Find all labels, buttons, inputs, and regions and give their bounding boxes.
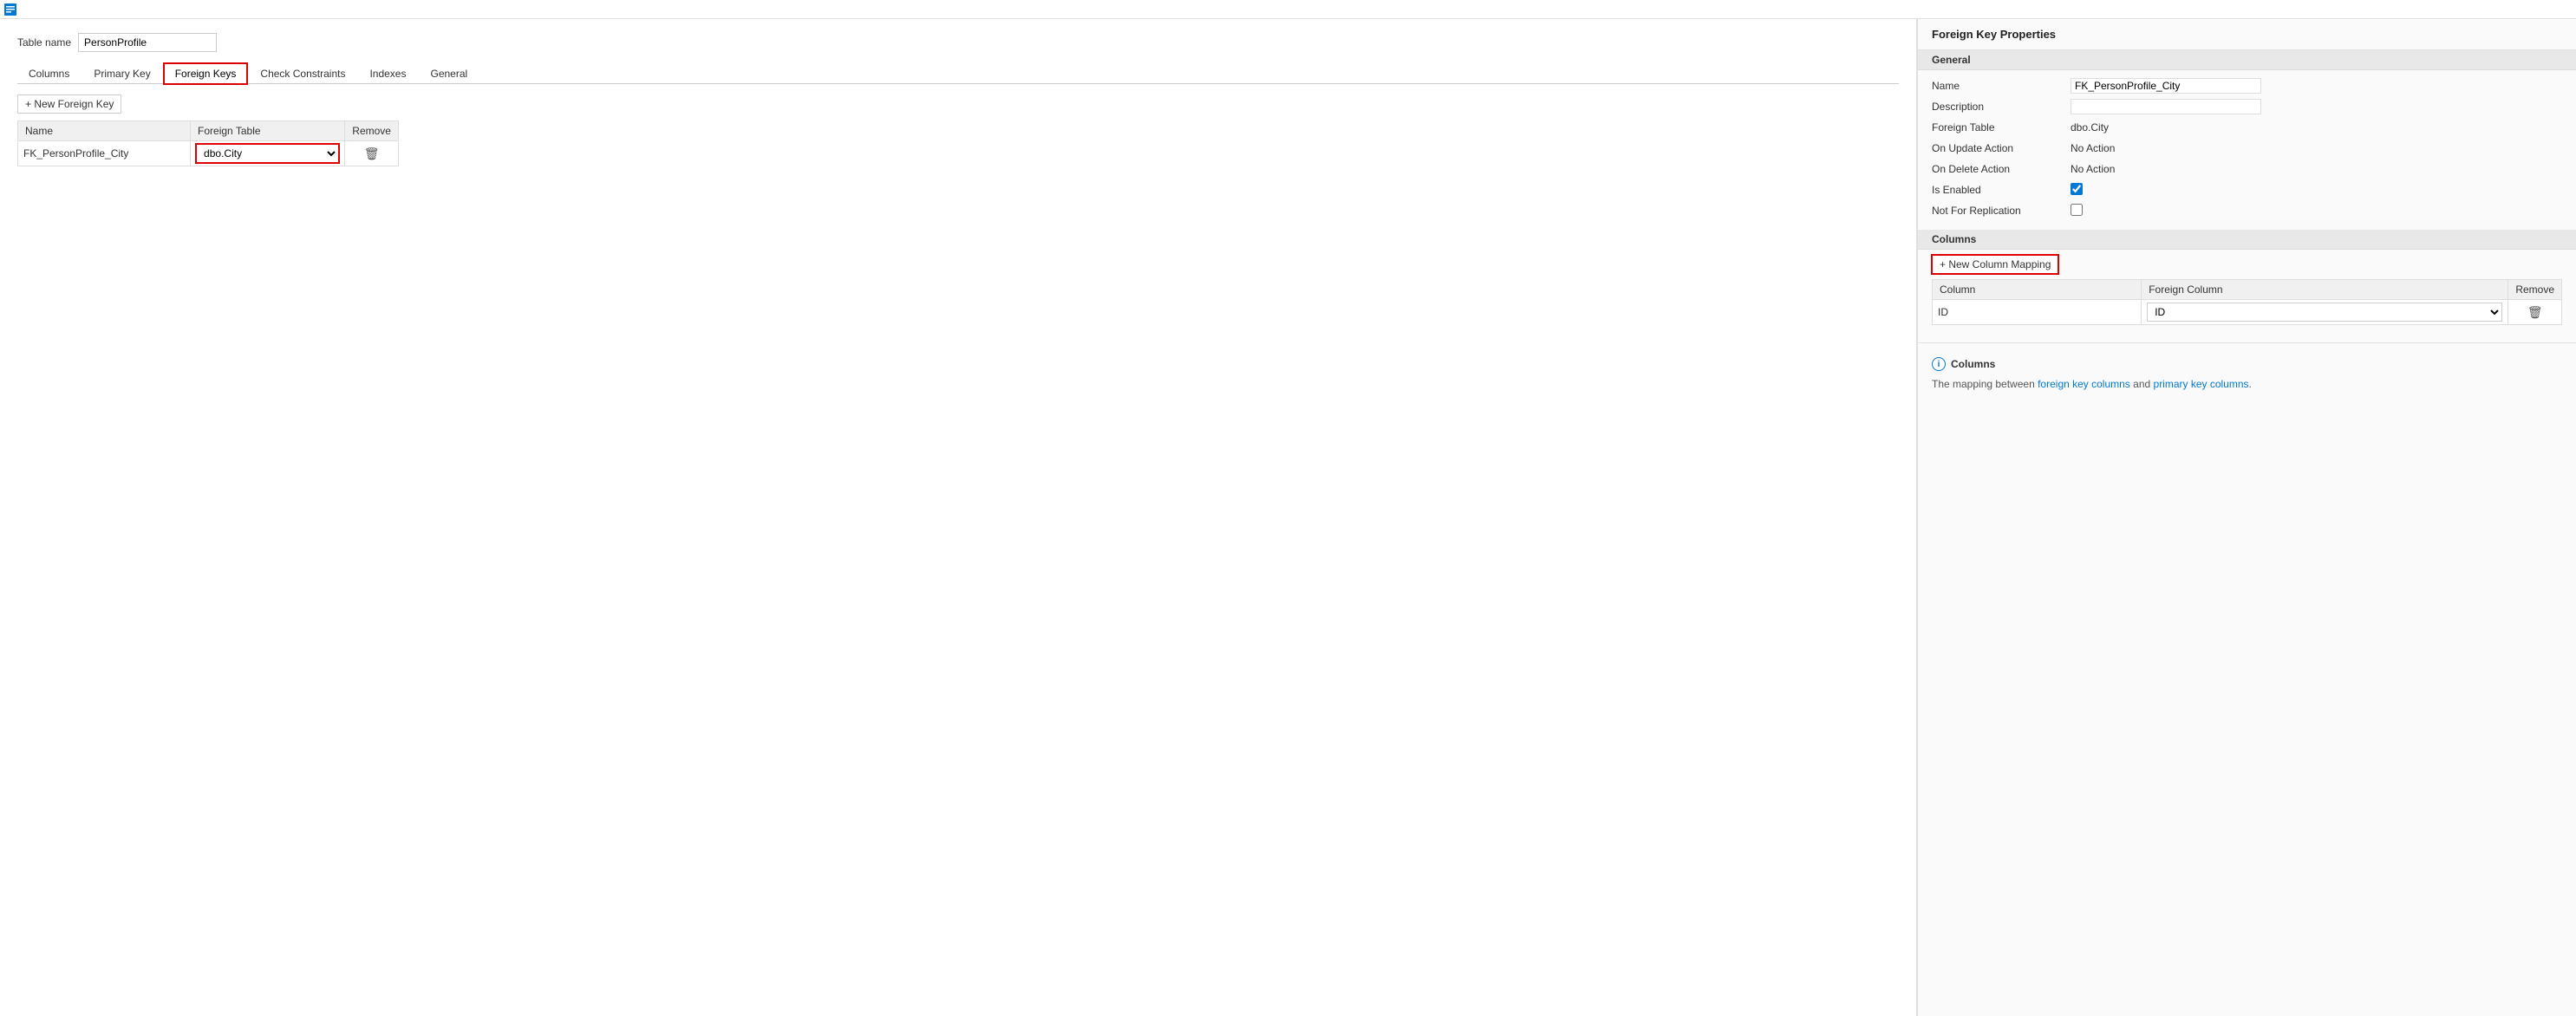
rp-description-value bbox=[2071, 99, 2562, 114]
rp-is-enabled-label: Is Enabled bbox=[1932, 184, 2071, 196]
new-foreign-key-button[interactable]: + New Foreign Key bbox=[17, 94, 121, 114]
rp-not-replication-value bbox=[2071, 204, 2562, 218]
rp-name-value bbox=[2071, 78, 2562, 94]
rp-columns-toolbar: + New Column Mapping bbox=[1918, 250, 2576, 279]
foreign-key-toolbar: + New Foreign Key bbox=[17, 94, 1899, 114]
rp-footer-description: The mapping between foreign key columns … bbox=[1932, 376, 2562, 392]
tab-foreign-keys[interactable]: Foreign Keys bbox=[164, 63, 248, 84]
col-header-name: Name bbox=[18, 121, 191, 141]
app-container: Table name Columns Primary Key Foreign K… bbox=[0, 0, 2576, 1016]
table-row: FK_PersonProfile_City dbo.City 🗑 bbox=[18, 141, 399, 166]
title-bar bbox=[0, 0, 2576, 19]
rp-name-input[interactable] bbox=[2071, 78, 2261, 94]
rp-is-enabled-row: Is Enabled bbox=[1918, 179, 2576, 200]
rp-not-replication-label: Not For Replication bbox=[1932, 205, 2071, 217]
fk-delete-button[interactable]: 🗑 bbox=[364, 147, 380, 161]
rp-title: Foreign Key Properties bbox=[1918, 19, 2576, 50]
fk-name-cell: FK_PersonProfile_City bbox=[18, 141, 191, 166]
col-header-remove: Remove bbox=[345, 121, 399, 141]
rp-foreign-table-value: dbo.City bbox=[2071, 121, 2562, 134]
rp-foreign-table-row: Foreign Table dbo.City bbox=[1918, 117, 2576, 138]
col-header-foreign-column: Foreign Column bbox=[2142, 280, 2508, 300]
rp-description-row: Description bbox=[1918, 96, 2576, 117]
tab-check-constraints[interactable]: Check Constraints bbox=[249, 63, 356, 84]
col-remove-cell: 🗑 bbox=[2508, 300, 2562, 325]
rp-name-row: Name bbox=[1918, 75, 2576, 96]
fk-remove-cell: 🗑 bbox=[345, 141, 399, 166]
rp-on-delete-label: On Delete Action bbox=[1932, 163, 2071, 175]
col-foreign-column-cell: ID bbox=[2142, 300, 2508, 325]
tab-general[interactable]: General bbox=[419, 63, 479, 84]
left-panel: Table name Columns Primary Key Foreign K… bbox=[0, 19, 1917, 1016]
app-icon bbox=[3, 3, 17, 16]
rp-description-input[interactable] bbox=[2071, 99, 2261, 114]
fk-foreign-table-cell: dbo.City bbox=[191, 141, 345, 166]
col-header-foreign-table: Foreign Table bbox=[191, 121, 345, 141]
tabs: Columns Primary Key Foreign Keys Check C… bbox=[17, 62, 1899, 84]
col-delete-button[interactable]: 🗑 bbox=[2527, 305, 2543, 320]
right-panel: Foreign Key Properties General Name Desc… bbox=[1917, 19, 2576, 1016]
rp-foreign-table-text: dbo.City bbox=[2071, 121, 2109, 134]
table-name-label: Table name bbox=[17, 36, 71, 49]
rp-general-header: General bbox=[1918, 50, 2576, 70]
rp-description-label: Description bbox=[1932, 101, 2071, 113]
rp-columns-table: Column Foreign Column Remove ID ID bbox=[1932, 279, 2562, 325]
new-column-mapping-button[interactable]: + New Column Mapping bbox=[1932, 255, 2058, 274]
rp-is-enabled-checkbox[interactable] bbox=[2071, 183, 2083, 195]
table-name-input[interactable] bbox=[78, 33, 217, 52]
rp-not-replication-row: Not For Replication bbox=[1918, 200, 2576, 221]
col-foreign-column-select[interactable]: ID bbox=[2147, 303, 2502, 322]
rp-on-delete-text: No Action bbox=[2071, 163, 2115, 175]
rp-foreign-table-label: Foreign Table bbox=[1932, 121, 2071, 134]
rp-on-update-label: On Update Action bbox=[1932, 142, 2071, 154]
rp-not-replication-checkbox[interactable] bbox=[2071, 204, 2083, 216]
info-icon: i bbox=[1932, 357, 1946, 371]
col-header-column: Column bbox=[1933, 280, 2142, 300]
col-column-cell: ID bbox=[1933, 300, 2142, 325]
foreign-keys-table: Name Foreign Table Remove FK_PersonProfi… bbox=[17, 120, 399, 166]
rp-is-enabled-value bbox=[2071, 183, 2562, 198]
rp-on-delete-value: No Action bbox=[2071, 163, 2562, 175]
rp-footer-title: i Columns bbox=[1932, 357, 2562, 371]
main-content: Table name Columns Primary Key Foreign K… bbox=[0, 19, 2576, 1016]
tab-primary-key[interactable]: Primary Key bbox=[82, 63, 161, 84]
tab-columns[interactable]: Columns bbox=[17, 63, 81, 84]
primary-key-columns-link[interactable]: primary key columns bbox=[2154, 378, 2249, 390]
rp-on-update-row: On Update Action No Action bbox=[1918, 138, 2576, 159]
rp-footer-section-label: Columns bbox=[1951, 358, 1995, 370]
tab-indexes[interactable]: Indexes bbox=[358, 63, 417, 84]
rp-columns-header: Columns bbox=[1918, 230, 2576, 250]
rp-on-update-text: No Action bbox=[2071, 142, 2115, 154]
rp-footer: i Columns The mapping between foreign ke… bbox=[1918, 342, 2576, 406]
table-name-row: Table name bbox=[17, 33, 1899, 52]
rp-on-update-value: No Action bbox=[2071, 142, 2562, 154]
col-header-col-remove: Remove bbox=[2508, 280, 2562, 300]
fk-foreign-table-select[interactable]: dbo.City bbox=[196, 144, 339, 163]
rp-on-delete-row: On Delete Action No Action bbox=[1918, 159, 2576, 179]
foreign-key-columns-link[interactable]: foreign key columns bbox=[2038, 378, 2130, 390]
rp-general-properties: Name Description Foreign Table dbo.City bbox=[1918, 70, 2576, 226]
rp-name-label: Name bbox=[1932, 80, 2071, 92]
col-mapping-row: ID ID 🗑 bbox=[1933, 300, 2562, 325]
